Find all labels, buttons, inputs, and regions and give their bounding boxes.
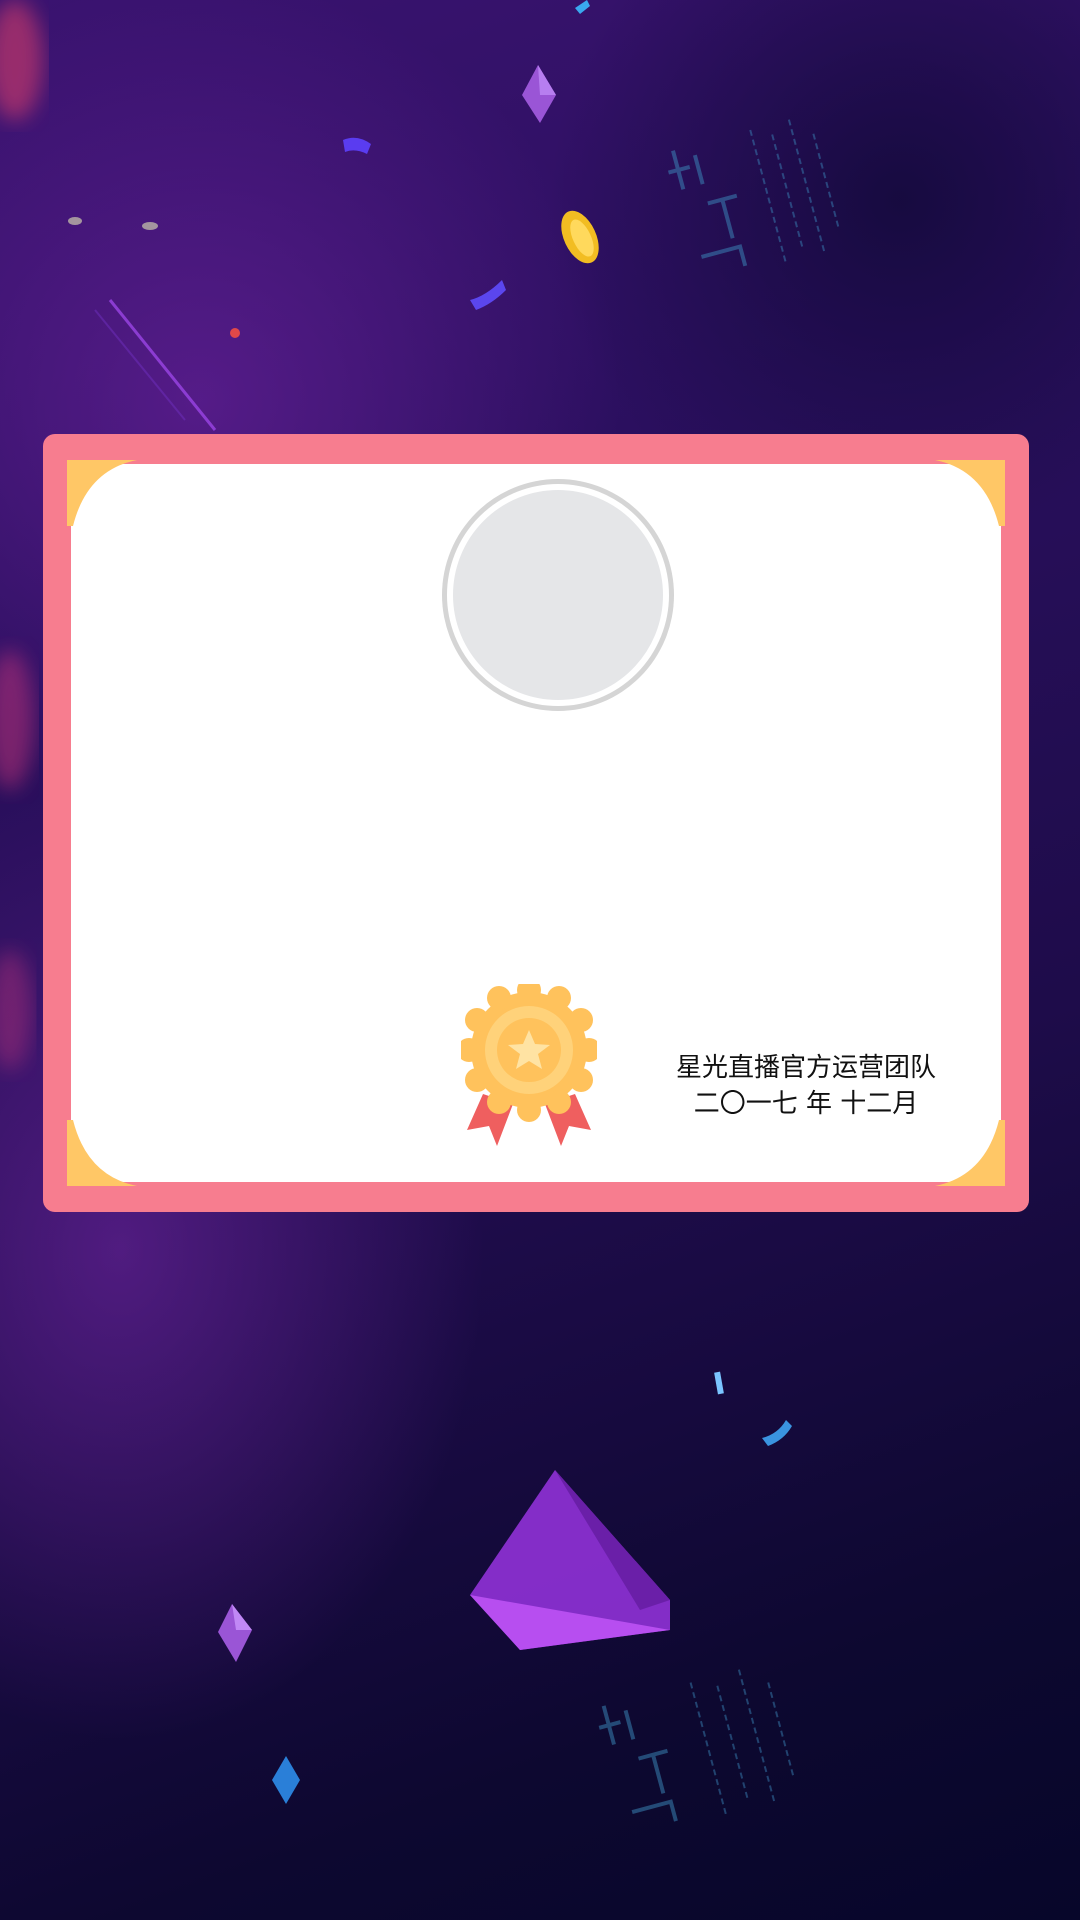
confetti [762, 1420, 792, 1446]
certificate-card: 星光直播官方运营团队 二〇一七 年 十二月 [43, 434, 1029, 1212]
corner-ornament-top-right [935, 460, 1005, 526]
confetti-dot [142, 222, 158, 230]
issuer-signature: 星光直播官方运营团队 二〇一七 年 十二月 [621, 1050, 991, 1122]
confetti [343, 137, 371, 154]
diamond-shape [272, 1756, 300, 1804]
confetti-dot [68, 217, 82, 225]
bokeh [0, 650, 34, 790]
confetti-dot [230, 328, 240, 338]
light-streak [108, 299, 217, 431]
bokeh [0, 950, 32, 1070]
avatar-placeholder[interactable] [447, 484, 669, 706]
corner-ornament-bottom-left [67, 1120, 137, 1186]
corner-ornament-bottom-right [935, 1120, 1005, 1186]
diamond-facet [538, 65, 556, 95]
award-medal-icon [461, 984, 597, 1146]
certificate-paper: 星光直播官方运营团队 二〇一七 年 十二月 [71, 464, 1001, 1182]
corner-ornament-top-left [67, 460, 137, 526]
issuer-name: 星光直播官方运营团队 [675, 1053, 936, 1083]
confetti [470, 280, 506, 310]
issue-date: 二〇一七 年 十二月 [693, 1089, 919, 1119]
confetti [575, 0, 590, 14]
light-streak-2 [94, 309, 186, 421]
confetti [714, 1371, 724, 1395]
bokeh [0, 0, 43, 120]
